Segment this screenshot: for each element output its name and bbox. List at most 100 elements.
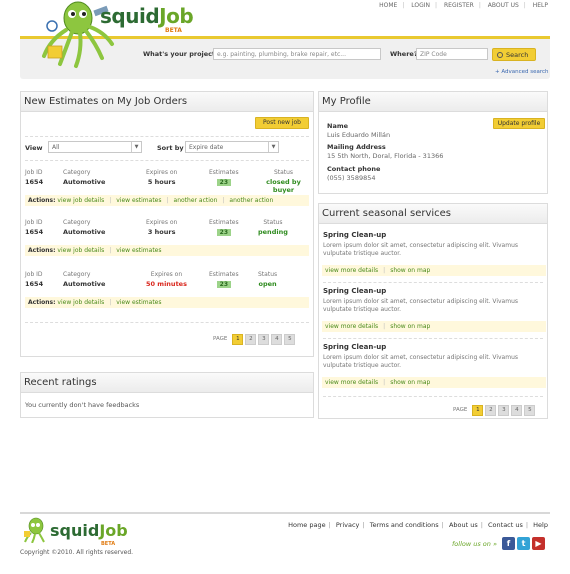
profile-panel: My Profile Update profile Name Luis Edua… [318,91,548,194]
service-title[interactable]: Spring Clean-up [323,287,386,295]
copyright: Copyright ©2010. All rights reserved. [20,549,134,556]
page-4[interactable]: 4 [511,405,523,416]
job-category-header: Category [63,219,91,226]
job-estimates-value: 23 [209,228,239,236]
action-link[interactable]: view estimates [116,299,161,306]
job-id-cell: Job ID 1654 [25,271,43,288]
job-id-cell: Job ID 1654 [25,169,43,186]
nav-about[interactable]: ABOUT US [488,2,519,9]
job-category-value: Automotive [63,228,106,236]
job-expires-header: Expires on [146,169,178,176]
post-new-job-button[interactable]: Post new job [255,117,309,129]
show-on-map-link[interactable]: show on map [390,267,430,274]
job-id-header: Job ID [25,271,43,278]
action-link[interactable]: view job details [57,247,104,254]
job-estimates-cell: Estimates 23 [209,169,239,186]
job-category-header: Category [63,169,91,176]
estimates-badge[interactable]: 23 [216,281,231,288]
job-expires-value: 3 hours [147,228,176,236]
job-category-cell: Category Automotive [63,271,105,288]
address-label: Mailing Address [327,143,386,151]
footer-brand[interactable]: squidJob [50,521,128,540]
view-more-details-link[interactable]: view more details [325,267,378,274]
job-status-header: Status [263,219,283,226]
chevron-down-icon: ▼ [268,142,278,152]
seasonal-pager: PAGE 1 2 3 4 5 [453,405,536,416]
page-1[interactable]: 1 [472,405,484,416]
zip-input[interactable]: ZIP Code [416,48,488,60]
page-3[interactable]: 3 [498,405,510,416]
job-status-value: pending [258,228,288,236]
job-id-header: Job ID [25,169,43,176]
action-link[interactable]: view job details [57,197,104,204]
job-id-value: 1654 [25,228,44,236]
job-status-cell: Status pending [258,219,288,236]
page-2[interactable]: 2 [245,334,257,345]
seasonal-title: Current seasonal services [319,204,547,224]
name-value: Luis Eduardo Millán [327,131,391,139]
job-row: Job ID 1654 Category Automotive Expires on 3 … [25,219,309,259]
advanced-search-link[interactable]: + Advanced search [495,69,549,75]
service-links-bar: view more details | show on map [322,377,546,388]
actions-label: Actions: [28,197,56,204]
job-category-value: Automotive [63,178,106,186]
footer-nav: Home page | Privacy | Terms and conditions… [288,521,548,529]
job-actions-bar: Actions: view job details | view estimates… [25,195,309,206]
estimates-badge[interactable]: 23 [216,179,231,186]
facebook-icon[interactable]: f [502,537,515,550]
service-description: Lorem ipsum dolor sit amet, consectetur … [323,242,518,257]
action-link[interactable]: view estimates [116,247,161,254]
job-row: Job ID 1654 Category Automotive Expires on 50… [25,271,309,311]
estimates-panel: New Estimates on My Job Orders Post new … [20,91,314,357]
service-title[interactable]: Spring Clean-up [323,231,386,239]
page-5[interactable]: 5 [524,405,536,416]
phone-label: Contact phone [327,165,381,173]
brand-logo[interactable]: squidJob [100,4,194,28]
nav-home[interactable]: HOME [379,2,397,9]
nav-register[interactable]: REGISTER [444,2,474,9]
estimates-badge[interactable]: 23 [216,229,231,236]
chevron-down-icon: ▼ [131,142,141,152]
estimates-pager: PAGE 1 2 3 4 5 [213,334,296,345]
project-input[interactable]: e.g. painting, plumbing, brake repair, e… [213,48,381,60]
job-category-value: Automotive [63,280,106,288]
page-2[interactable]: 2 [485,405,497,416]
job-id-value: 1654 [25,280,44,288]
page-5[interactable]: 5 [284,334,296,345]
service-title[interactable]: Spring Clean-up [323,343,386,351]
view-more-details-link[interactable]: view more details [325,379,378,386]
show-on-map-link[interactable]: show on map [390,323,430,330]
job-id-header: Job ID [25,219,43,226]
job-category-header: Category [63,271,91,278]
view-more-details-link[interactable]: view more details [325,323,378,330]
service-description: Lorem ipsum dolor sit amet, consectetur … [323,298,518,313]
action-link[interactable]: another action [174,197,218,204]
youtube-icon[interactable]: ▶ [532,537,545,550]
footer-home-link[interactable]: Home page [288,521,326,529]
footer-privacy-link[interactable]: Privacy [336,521,360,529]
nav-login[interactable]: LOGIN [411,2,430,9]
page-1[interactable]: 1 [232,334,244,345]
footer-about-link[interactable]: About us [449,521,478,529]
page-3[interactable]: 3 [258,334,270,345]
search-button[interactable]: Search [492,48,536,61]
show-on-map-link[interactable]: show on map [390,379,430,386]
address-value: 15 5th North, Doral, Florida - 31366 [327,152,444,160]
footer-contact-link[interactable]: Contact us [488,521,523,529]
nav-help[interactable]: HELP [533,2,548,9]
ratings-message: You currently don't have feedbacks [25,401,140,409]
sort-select[interactable]: Expire date ▼ [185,141,279,153]
footer-help-link[interactable]: Help [533,521,548,529]
action-link[interactable]: view estimates [116,197,161,204]
job-expires-cell: Expires on 50 minutes [146,271,187,288]
update-profile-button[interactable]: Update profile [493,118,545,129]
footer-terms-link[interactable]: Terms and conditions [370,521,439,529]
view-select[interactable]: All ▼ [48,141,142,153]
twitter-icon[interactable]: t [517,537,530,550]
action-link[interactable]: another action [229,197,273,204]
job-status-value: open [258,280,277,288]
phone-value: (055) 3589854 [327,174,376,182]
page-4[interactable]: 4 [271,334,283,345]
action-link[interactable]: view job details [57,299,104,306]
service-description: Lorem ipsum dolor sit amet, consectetur … [323,354,518,369]
